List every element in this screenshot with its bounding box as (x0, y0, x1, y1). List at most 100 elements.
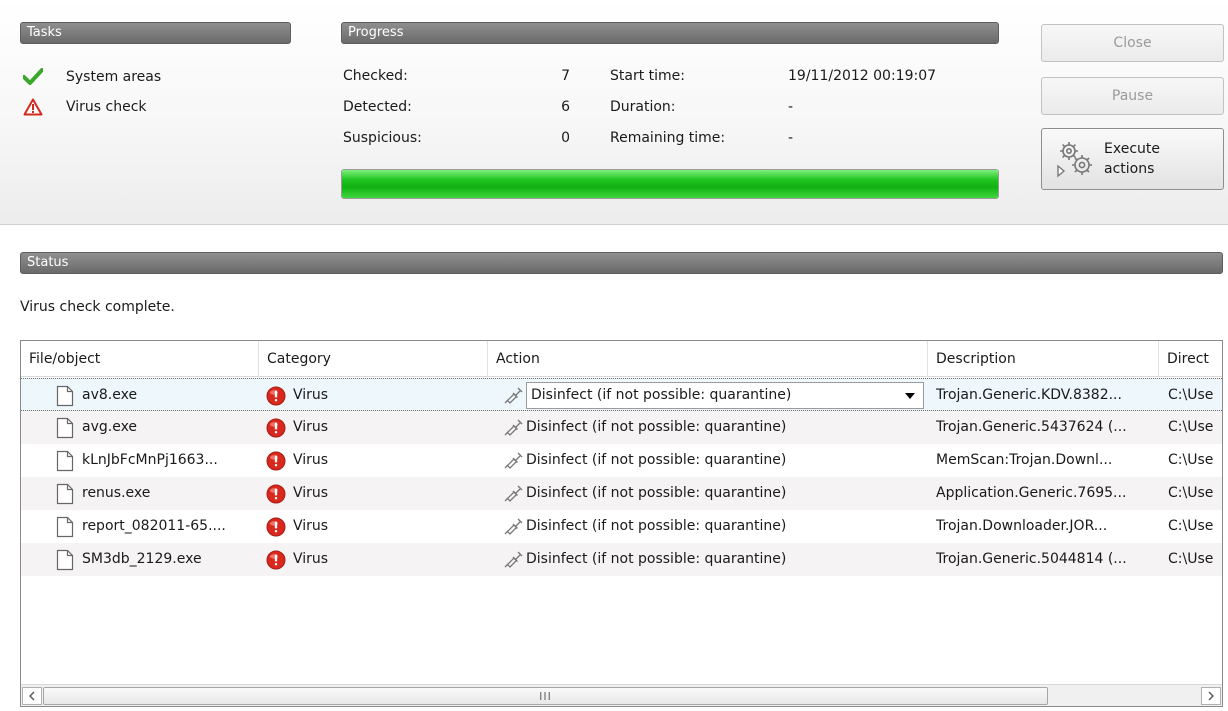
pause-button[interactable]: Pause (1041, 77, 1224, 115)
scrollbar-grip: III (539, 689, 552, 703)
tasks-title: Tasks (27, 25, 62, 40)
category-cell: Virus (266, 543, 486, 576)
syringe-icon (504, 551, 523, 568)
close-button-label: Close (1113, 35, 1152, 51)
virus-alert-icon (266, 386, 286, 405)
syringe-icon (504, 387, 523, 404)
action-label: Disinfect (if not possible: quarantine) (526, 452, 787, 468)
action-label: Disinfect (if not possible: quarantine) (526, 419, 787, 435)
progress-bar (341, 169, 999, 199)
file-icon (56, 483, 74, 504)
column-header-directory[interactable]: Direct (1159, 341, 1222, 377)
file-name: kLnJbFcMnPj1663... (82, 452, 218, 468)
file-cell: kLnJbFcMnPj1663... (56, 444, 256, 477)
action-cell[interactable]: Disinfect (if not possible: quarantine) (501, 543, 926, 576)
scroll-left-button[interactable] (22, 687, 42, 705)
description-cell: Trojan.Generic.5437624 (... (936, 411, 1161, 444)
directory-cell: C:\Use (1168, 411, 1222, 444)
pause-button-label: Pause (1111, 88, 1154, 104)
checked-value: 7 (561, 68, 570, 84)
task-item-virus-check: Virus check (22, 96, 147, 118)
remaining-time-value: - (788, 130, 794, 146)
file-cell: renus.exe (56, 477, 256, 510)
description-text: Trojan.Generic.5044814 (... (936, 551, 1127, 567)
description-text: Trojan.Generic.5437624 (... (936, 419, 1127, 435)
execute-actions-label: Execute actions (1104, 139, 1160, 179)
action-cell[interactable]: Disinfect (if not possible: quarantine) (501, 379, 926, 412)
chevron-right-icon (1208, 691, 1214, 701)
table-row[interactable]: report_082011-65.... Virus Disinfect (if… (21, 510, 1222, 543)
category-cell: Virus (266, 510, 486, 543)
horizontal-scrollbar[interactable]: III (21, 684, 1222, 706)
description-text: Trojan.Generic.KDV.8382... (936, 387, 1122, 403)
category-label: Virus (293, 518, 329, 534)
category-cell: Virus (266, 411, 486, 444)
progress-title: Progress (348, 25, 404, 40)
task-item-system-areas: System areas (22, 66, 161, 88)
scrollbar-thumb[interactable]: III (43, 687, 1048, 705)
action-label: Disinfect (if not possible: quarantine) (526, 485, 787, 501)
checked-label: Checked: (343, 68, 408, 84)
table-row[interactable]: kLnJbFcMnPj1663... Virus Disinfect (if n… (21, 444, 1222, 477)
category-label: Virus (293, 387, 329, 403)
syringe-icon (504, 419, 523, 436)
file-name: av8.exe (82, 387, 138, 403)
directory-text: C:\Use (1168, 452, 1214, 468)
category-label: Virus (293, 419, 329, 435)
directory-text: C:\Use (1168, 518, 1214, 534)
virus-alert-icon (266, 517, 286, 536)
scroll-right-button[interactable] (1201, 687, 1221, 705)
detected-label: Detected: (343, 99, 412, 115)
syringe-icon (504, 518, 523, 535)
file-icon (56, 549, 74, 570)
chevron-left-icon (29, 691, 35, 701)
virus-alert-icon (266, 418, 286, 437)
action-dropdown[interactable]: Disinfect (if not possible: quarantine) (526, 382, 924, 409)
syringe-icon (504, 485, 523, 502)
table-row[interactable]: renus.exe Virus Disinfect (if not possib… (21, 477, 1222, 510)
column-header-description[interactable]: Description (928, 341, 1159, 377)
duration-label: Duration: (610, 99, 676, 115)
file-cell: SM3db_2129.exe (56, 543, 256, 576)
table-row[interactable]: avg.exe Virus Disinfect (if not possible… (21, 411, 1222, 444)
column-header-action[interactable]: Action (488, 341, 928, 377)
directory-text: C:\Use (1168, 551, 1214, 567)
close-button[interactable]: Close (1041, 24, 1224, 62)
file-cell: avg.exe (56, 411, 256, 444)
file-name: renus.exe (82, 485, 151, 501)
file-cell: av8.exe (56, 379, 256, 412)
virus-alert-icon (266, 451, 286, 470)
file-icon (56, 450, 74, 471)
directory-cell: C:\Use (1168, 543, 1222, 576)
action-cell[interactable]: Disinfect (if not possible: quarantine) (501, 444, 926, 477)
execute-actions-button[interactable]: Execute actions (1041, 128, 1224, 190)
column-header-category[interactable]: Category (259, 341, 488, 377)
category-label: Virus (293, 551, 329, 567)
start-time-label: Start time: (610, 68, 685, 84)
file-icon (56, 417, 74, 438)
category-cell: Virus (266, 477, 486, 510)
action-label: Disinfect (if not possible: quarantine) (526, 518, 787, 534)
directory-text: C:\Use (1168, 485, 1214, 501)
directory-cell: C:\Use (1168, 379, 1222, 412)
file-name: SM3db_2129.exe (82, 551, 202, 567)
file-icon (56, 385, 74, 406)
action-cell[interactable]: Disinfect (if not possible: quarantine) (501, 411, 926, 444)
checkmark-icon (22, 66, 44, 88)
status-title: Status (27, 255, 69, 270)
results-table[interactable]: File/object Category Action Description … (20, 340, 1223, 707)
file-name: avg.exe (82, 419, 138, 435)
table-header: File/object Category Action Description … (21, 341, 1222, 377)
table-row[interactable]: av8.exe Virus Disinfect (if not possible… (21, 378, 1222, 411)
directory-text: C:\Use (1168, 419, 1214, 435)
directory-cell: C:\Use (1168, 477, 1222, 510)
action-cell[interactable]: Disinfect (if not possible: quarantine) (501, 477, 926, 510)
category-cell: Virus (266, 444, 486, 477)
dropdown-arrow-icon[interactable] (905, 392, 915, 399)
action-cell[interactable]: Disinfect (if not possible: quarantine) (501, 510, 926, 543)
table-row[interactable]: SM3db_2129.exe Virus Disinfect (if not p… (21, 543, 1222, 576)
description-text: MemScan:Trojan.Downl... (936, 452, 1113, 468)
action-label: Disinfect (if not possible: quarantine) (531, 387, 792, 403)
virus-alert-icon (266, 484, 286, 503)
column-header-file[interactable]: File/object (21, 341, 259, 377)
